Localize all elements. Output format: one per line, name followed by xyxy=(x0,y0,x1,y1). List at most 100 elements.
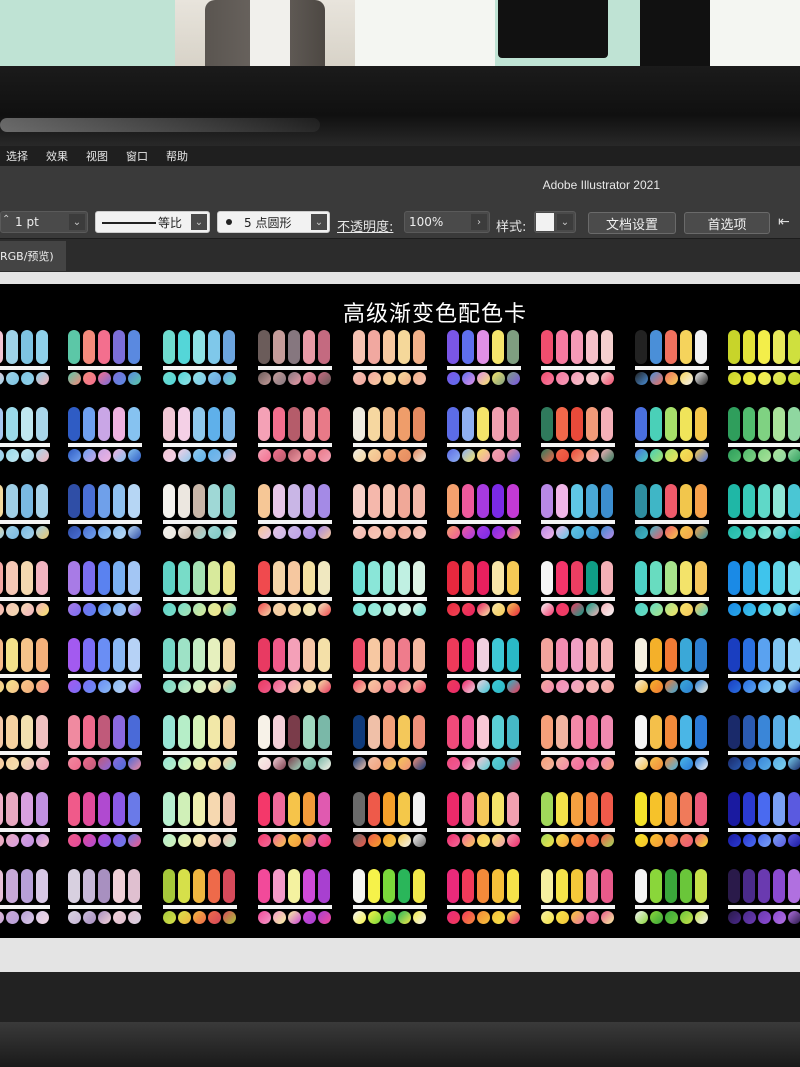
palette-card[interactable] xyxy=(68,638,142,694)
gradient-dot xyxy=(83,526,96,539)
palette-card[interactable] xyxy=(163,638,237,694)
palette-card[interactable] xyxy=(353,638,427,694)
opacity-label[interactable]: 不透明度: xyxy=(337,216,393,235)
palette-card[interactable] xyxy=(68,330,142,386)
palette-card[interactable] xyxy=(635,715,709,771)
palette-card[interactable] xyxy=(258,869,332,925)
palette-card[interactable] xyxy=(68,869,142,925)
stroke-weight-select[interactable]: ⌃ 1 pt ⌄ xyxy=(0,211,88,233)
palette-card[interactable] xyxy=(258,407,332,463)
palette-card[interactable] xyxy=(0,638,50,694)
menu-window[interactable]: 窗口 xyxy=(126,148,148,164)
gradient-dot xyxy=(273,603,286,616)
palette-card[interactable] xyxy=(728,407,800,463)
palette-card[interactable] xyxy=(728,561,800,617)
style-swatch-select[interactable]: ⌄ xyxy=(534,211,576,233)
color-swatch xyxy=(665,638,677,672)
color-swatch xyxy=(303,792,315,826)
gradient-dot xyxy=(83,449,96,462)
palette-card[interactable] xyxy=(68,792,142,848)
palette-card[interactable] xyxy=(728,715,800,771)
brush-select[interactable]: 5 点圆形 ⌄ xyxy=(217,211,330,233)
palette-card[interactable] xyxy=(68,715,142,771)
palette-card[interactable] xyxy=(447,484,521,540)
palette-card[interactable] xyxy=(0,792,50,848)
palette-card[interactable] xyxy=(728,792,800,848)
palette-card[interactable] xyxy=(541,484,615,540)
palette-card[interactable] xyxy=(635,792,709,848)
palette-card[interactable] xyxy=(258,792,332,848)
palette-card[interactable] xyxy=(68,407,142,463)
palette-card[interactable] xyxy=(353,715,427,771)
palette-card[interactable] xyxy=(635,869,709,925)
palette-card[interactable] xyxy=(447,715,521,771)
palette-card[interactable] xyxy=(163,484,237,540)
palette-card[interactable] xyxy=(0,869,50,925)
menu-effect[interactable]: 效果 xyxy=(46,148,68,164)
palette-card[interactable] xyxy=(258,330,332,386)
palette-card[interactable] xyxy=(447,561,521,617)
palette-card[interactable] xyxy=(0,715,50,771)
palette-card[interactable] xyxy=(447,330,521,386)
color-swatch xyxy=(36,407,48,441)
menu-select[interactable]: 选择 xyxy=(6,148,28,164)
palette-card[interactable] xyxy=(635,330,709,386)
palette-card[interactable] xyxy=(258,561,332,617)
palette-card[interactable] xyxy=(353,407,427,463)
palette-card[interactable] xyxy=(728,484,800,540)
palette-card[interactable] xyxy=(0,561,50,617)
color-swatch xyxy=(273,330,285,364)
palette-card[interactable] xyxy=(163,407,237,463)
palette-card[interactable] xyxy=(541,869,615,925)
palette-card[interactable] xyxy=(163,330,237,386)
palette-card[interactable] xyxy=(728,869,800,925)
menu-help[interactable]: 帮助 xyxy=(166,148,188,164)
palette-card[interactable] xyxy=(541,715,615,771)
palette-card[interactable] xyxy=(68,484,142,540)
color-swatch xyxy=(743,715,755,749)
gradient-dot xyxy=(477,372,490,385)
palette-card[interactable] xyxy=(353,561,427,617)
preferences-button[interactable]: 首选项 xyxy=(684,212,770,234)
palette-card[interactable] xyxy=(0,484,50,540)
palette-card[interactable] xyxy=(447,869,521,925)
color-swatch xyxy=(586,638,598,672)
palette-card[interactable] xyxy=(353,484,427,540)
palette-card[interactable] xyxy=(541,792,615,848)
palette-card[interactable] xyxy=(163,792,237,848)
palette-card[interactable] xyxy=(353,330,427,386)
palette-card[interactable] xyxy=(728,638,800,694)
palette-card[interactable] xyxy=(447,792,521,848)
palette-card[interactable] xyxy=(728,330,800,386)
palette-card[interactable] xyxy=(635,484,709,540)
color-swatch xyxy=(36,638,48,672)
palette-card[interactable] xyxy=(447,407,521,463)
palette-card[interactable] xyxy=(541,407,615,463)
palette-card[interactable] xyxy=(353,792,427,848)
palette-card[interactable] xyxy=(68,561,142,617)
palette-card[interactable] xyxy=(163,869,237,925)
palette-card[interactable] xyxy=(0,407,50,463)
palette-card[interactable] xyxy=(635,407,709,463)
menu-view[interactable]: 视图 xyxy=(86,148,108,164)
color-swatch xyxy=(68,792,80,826)
palette-card[interactable] xyxy=(163,561,237,617)
stroke-profile-select[interactable]: 等比 ⌄ xyxy=(95,211,210,233)
palette-card[interactable] xyxy=(635,638,709,694)
palette-card[interactable] xyxy=(541,330,615,386)
palette-card[interactable] xyxy=(258,715,332,771)
gradient-dot xyxy=(273,526,286,539)
palette-card[interactable] xyxy=(447,638,521,694)
arrange-documents-icon[interactable]: ⇤ xyxy=(778,214,790,230)
document-setup-button[interactable]: 文档设置 xyxy=(588,212,676,234)
palette-card[interactable] xyxy=(0,330,50,386)
palette-card[interactable] xyxy=(258,484,332,540)
document-tab[interactable]: RGB/预览) xyxy=(0,241,66,271)
palette-card[interactable] xyxy=(541,638,615,694)
palette-card[interactable] xyxy=(635,561,709,617)
palette-card[interactable] xyxy=(163,715,237,771)
palette-card[interactable] xyxy=(258,638,332,694)
opacity-input[interactable]: 100% › xyxy=(404,211,490,233)
palette-card[interactable] xyxy=(541,561,615,617)
palette-card[interactable] xyxy=(353,869,427,925)
